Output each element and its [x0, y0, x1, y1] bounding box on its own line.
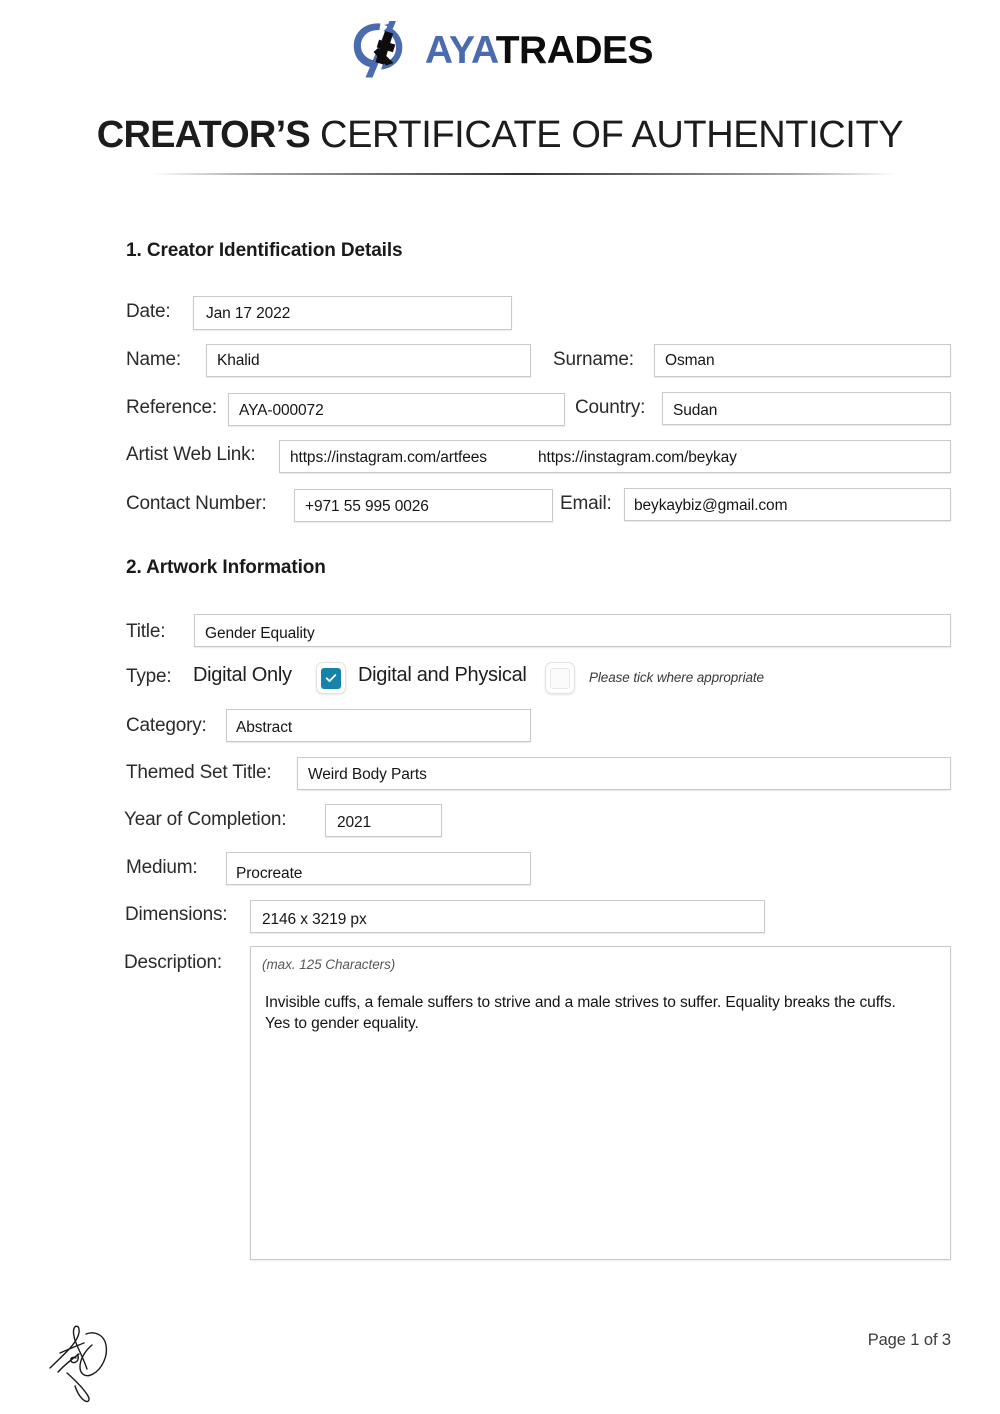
brand-name-aya: AYA: [424, 28, 496, 72]
brand-name-trades: TRADES: [495, 28, 654, 72]
email-value: beykaybiz@gmail.com: [634, 497, 788, 514]
artist-web-link-value-2[interactable]: https://instagram.com/beykay: [538, 448, 737, 468]
label-surname: Surname:: [553, 349, 634, 370]
label-artwork-title: Title:: [126, 621, 166, 642]
checkbox-digital-and-physical[interactable]: [545, 662, 575, 694]
handwritten-signature-ko-icon: [49, 1325, 108, 1403]
check-icon: [325, 674, 337, 683]
artwork-title-value: Gender Equality: [205, 625, 315, 642]
label-date: Date:: [126, 301, 171, 322]
label-contact-number: Contact Number:: [126, 493, 267, 514]
label-category: Category:: [126, 715, 207, 736]
contact-number-value: +971 55 995 0026: [305, 498, 429, 515]
label-dimensions: Dimensions:: [125, 904, 228, 925]
brand-header: AYATRADES: [0, 14, 1000, 86]
label-country: Country:: [575, 397, 646, 418]
label-description: Description:: [124, 952, 222, 973]
ayatrades-logo-mark-icon: [353, 21, 403, 78]
page-title: CREATOR’S CERTIFICATE OF AUTHENTICITY: [0, 112, 1000, 158]
description-value: Invisible cuffs, a female suffers to str…: [265, 994, 896, 1032]
medium-value: Procreate: [236, 865, 303, 882]
checkbox-digital-only-fill: [321, 667, 341, 689]
title-divider: [152, 173, 896, 175]
label-year-of-completion: Year of Completion:: [124, 809, 287, 830]
year-of-completion-value: 2021: [337, 814, 372, 831]
label-reference: Reference:: [126, 397, 217, 418]
label-themed-set-title: Themed Set Title:: [126, 762, 272, 783]
themed-set-title-value: Weird Body Parts: [308, 766, 427, 783]
dimensions-value: 2146 x 3219 px: [262, 911, 367, 928]
country-value: Sudan: [673, 402, 718, 419]
surname-value: Osman: [665, 352, 715, 369]
reference-value: AYA-000072: [239, 402, 324, 419]
label-name: Name:: [126, 349, 181, 370]
tick-instruction-note: Please tick where appropriate: [589, 670, 764, 685]
description-hint: (max. 125 Characters): [262, 957, 396, 972]
label-medium: Medium:: [126, 857, 198, 878]
name-value: Khalid: [217, 352, 260, 369]
type-option-digital-only-label: Digital Only: [193, 664, 292, 686]
artist-web-link-value-1[interactable]: https://instagram.com/artfees: [290, 448, 487, 468]
page-indicator: Page 1 of 3: [867, 1331, 951, 1349]
label-email: Email:: [560, 493, 612, 514]
label-artist-web-link: Artist Web Link:: [126, 444, 256, 465]
brand-wordmark: AYATRADES: [424, 28, 654, 72]
checkbox-digital-only[interactable]: [316, 662, 346, 694]
checkbox-digital-and-physical-fill: [550, 667, 570, 689]
date-value: Jan 17 2022: [206, 305, 291, 322]
section-heading-artwork-information: 2. Artwork Information: [126, 557, 326, 578]
type-option-digital-and-physical-label: Digital and Physical: [358, 664, 527, 686]
label-type: Type:: [126, 666, 172, 687]
page-title-strong: CREATOR’S: [96, 114, 311, 156]
category-value: Abstract: [236, 719, 293, 736]
page-title-rest: CERTIFICATE OF AUTHENTICITY: [309, 114, 904, 156]
section-heading-creator-identification: 1. Creator Identification Details: [126, 240, 403, 261]
